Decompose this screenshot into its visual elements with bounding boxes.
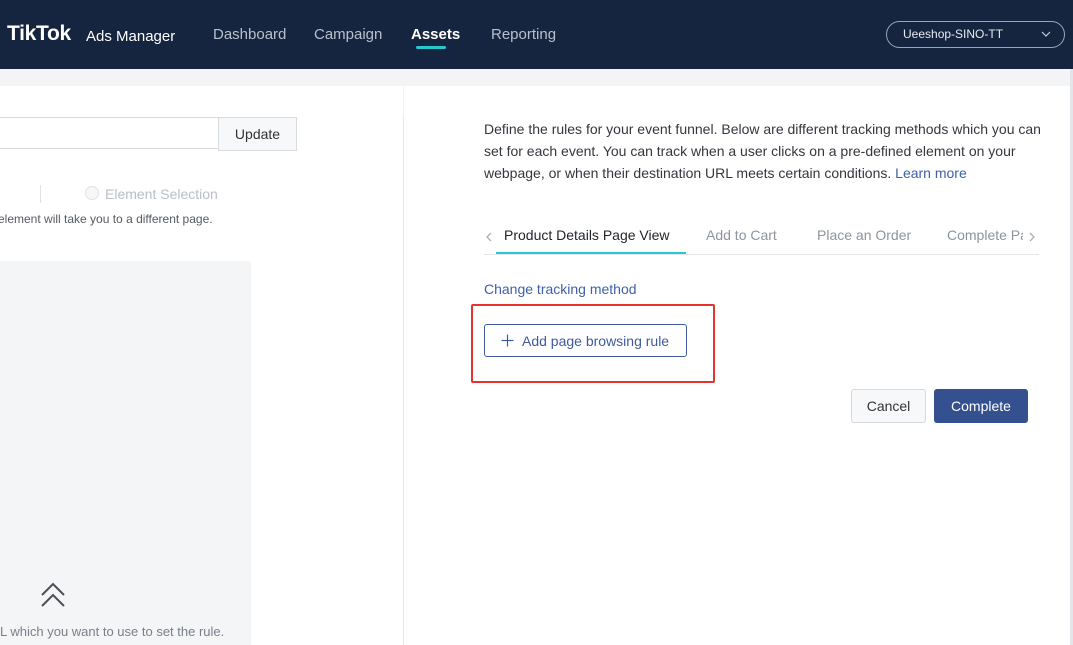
tab-complete-payment[interactable]: Complete Payment [947,224,1023,248]
active-nav-indicator [416,46,446,49]
ads-manager-label: Ads Manager [86,28,176,45]
chevron-right-icon[interactable] [1027,230,1037,244]
nav-reporting[interactable]: Reporting [491,26,556,43]
tab-place-an-order[interactable]: Place an Order [817,227,911,243]
cancel-button[interactable]: Cancel [851,389,926,423]
url-input[interactable] [0,117,218,149]
account-name: Ueeshop-SINO-TT [903,27,1004,41]
active-tab-indicator [496,252,686,254]
double-chevron-up-icon[interactable] [40,581,66,609]
tiktok-logo[interactable]: TikTok [7,22,71,46]
element-selection-radio[interactable] [85,186,99,200]
page-preview-area [0,261,251,645]
tab-add-to-cart[interactable]: Add to Cart [706,227,777,243]
funnel-description: Define the rules for your event funnel. … [484,118,1044,184]
tab-product-details-page-view[interactable]: Product Details Page View [504,227,670,243]
method-hint-text: element will take you to a different pag… [0,212,213,226]
nav-assets[interactable]: Assets [411,26,460,43]
change-tracking-method-link[interactable]: Change tracking method [484,281,637,297]
chevron-left-icon[interactable] [484,230,494,244]
tabs-baseline [484,254,1039,255]
red-highlight-annotation [471,304,715,383]
element-selection-label: Element Selection [105,186,218,202]
tab-complete-payment-label: Complete Payment [947,227,1023,243]
account-selector[interactable]: Ueeshop-SINO-TT [886,21,1065,48]
nav-dashboard[interactable]: Dashboard [213,26,286,43]
learn-more-link[interactable]: Learn more [895,165,967,181]
preview-instruction-text: L which you want to use to set the rule. [0,624,225,639]
complete-button[interactable]: Complete [934,389,1028,423]
chevron-down-icon [1041,31,1051,37]
top-nav-bar: TikTok Ads Manager Dashboard Campaign As… [0,0,1073,69]
option-divider [40,185,41,203]
update-button[interactable]: Update [218,117,297,151]
nav-campaign[interactable]: Campaign [314,26,382,43]
